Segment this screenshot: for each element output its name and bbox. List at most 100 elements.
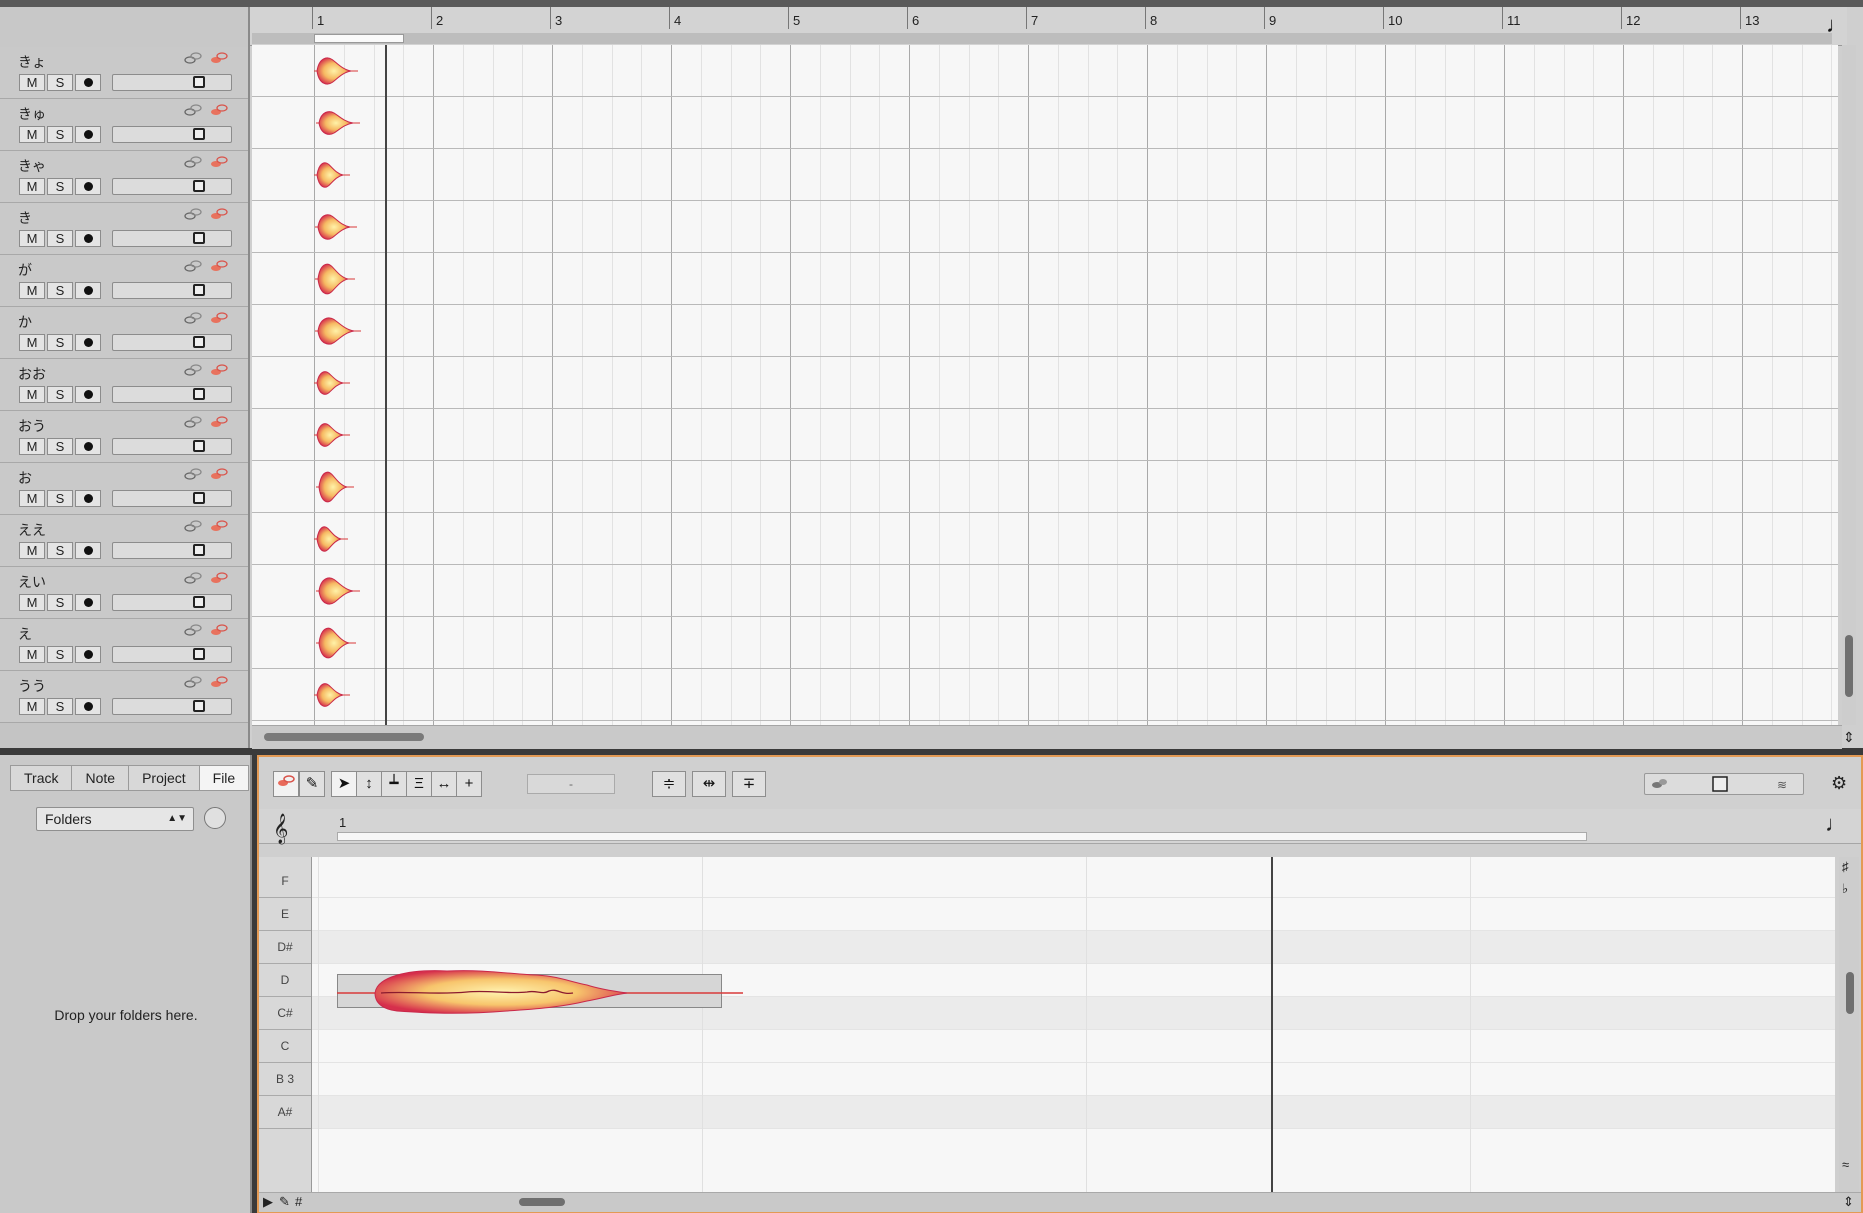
link-icon[interactable] xyxy=(184,416,202,428)
track-name[interactable]: えい xyxy=(18,572,46,592)
volume-knob[interactable] xyxy=(193,76,205,88)
volume-knob[interactable] xyxy=(193,180,205,192)
record-button[interactable] xyxy=(75,646,101,663)
grid-mini-icon[interactable]: # xyxy=(295,1194,302,1209)
solo-button[interactable]: S xyxy=(47,178,73,195)
track-name[interactable]: おお xyxy=(18,364,46,384)
pitch-row[interactable] xyxy=(312,1030,1835,1063)
pitch-link-icon[interactable] xyxy=(210,468,228,480)
playhead[interactable] xyxy=(1271,857,1273,1192)
solo-button[interactable]: S xyxy=(47,646,73,663)
scrollbar-thumb[interactable] xyxy=(264,733,424,741)
volume-knob[interactable] xyxy=(193,388,205,400)
quantize-icon[interactable]: ≑ xyxy=(652,771,686,797)
zoom-vertical-icon[interactable]: ≈ xyxy=(1842,1157,1849,1172)
track-header[interactable]: きゃ M S xyxy=(0,151,248,203)
solo-button[interactable]: S xyxy=(47,594,73,611)
pitch-row[interactable] xyxy=(312,865,1835,898)
pitch-link-icon[interactable] xyxy=(210,364,228,376)
solo-button[interactable]: S xyxy=(47,334,73,351)
pitch-row[interactable] xyxy=(312,931,1835,964)
track-name[interactable]: きゃ xyxy=(18,156,46,176)
pitch-link-icon[interactable] xyxy=(210,676,228,688)
volume-slider[interactable] xyxy=(112,282,232,299)
editor-ruler[interactable]: 𝄞 1 ♩ xyxy=(259,809,1861,844)
pitch-link-icon[interactable] xyxy=(210,520,228,532)
editor-vertical-scrollbar[interactable]: ♯ ♭ ≈ xyxy=(1839,857,1859,1192)
arrangement-grid[interactable] xyxy=(252,45,1838,725)
note-blob[interactable] xyxy=(337,965,757,1017)
scrollbar-thumb[interactable] xyxy=(519,1198,565,1206)
track-header[interactable]: ええ M S xyxy=(0,515,248,567)
tab-track[interactable]: Track xyxy=(10,765,73,791)
track-lane[interactable] xyxy=(252,617,1838,669)
volume-knob[interactable] xyxy=(193,492,205,504)
pitch-key[interactable]: F xyxy=(259,865,311,898)
pitch-link-icon[interactable] xyxy=(273,771,299,797)
solo-button[interactable]: S xyxy=(47,386,73,403)
mute-button[interactable]: M xyxy=(19,282,45,299)
pitch-row[interactable] xyxy=(312,898,1835,931)
mute-button[interactable]: M xyxy=(19,698,45,715)
track-header[interactable]: きょ M S xyxy=(0,47,248,99)
volume-slider[interactable] xyxy=(112,490,232,507)
track-lane[interactable] xyxy=(252,253,1838,305)
pitch-link-icon[interactable] xyxy=(210,416,228,428)
volume-slider[interactable] xyxy=(112,646,232,663)
solo-button[interactable]: S xyxy=(47,698,73,715)
pitch-row[interactable] xyxy=(312,1063,1835,1096)
volume-knob[interactable] xyxy=(193,336,205,348)
settings-icon[interactable]: ⚙ xyxy=(1831,773,1847,794)
pitch-tool-icon[interactable]: ↕ xyxy=(356,771,382,797)
track-lane[interactable] xyxy=(252,149,1838,201)
note-blob[interactable] xyxy=(314,523,348,555)
align-icon[interactable]: ∓ xyxy=(732,771,766,797)
pitch-key[interactable]: C xyxy=(259,1030,311,1063)
track-lane[interactable] xyxy=(252,97,1838,149)
track-name[interactable]: き xyxy=(18,208,32,228)
pitch-key[interactable]: E xyxy=(259,898,311,931)
volume-knob[interactable] xyxy=(193,596,205,608)
pitch-link-icon[interactable] xyxy=(210,156,228,168)
track-header[interactable]: おう M S xyxy=(0,411,248,463)
solo-button[interactable]: S xyxy=(47,230,73,247)
mute-button[interactable]: M xyxy=(19,334,45,351)
amplitude-tool-icon[interactable]: ┷ xyxy=(381,771,407,797)
note-blob[interactable] xyxy=(315,314,361,348)
link-icon[interactable] xyxy=(184,624,202,636)
split-view-icon[interactable]: ⇕ xyxy=(1843,729,1855,746)
track-name[interactable]: え xyxy=(18,624,32,644)
volume-slider[interactable] xyxy=(112,334,232,351)
mute-button[interactable]: M xyxy=(19,646,45,663)
track-name[interactable]: お xyxy=(18,468,32,488)
volume-knob[interactable] xyxy=(193,648,205,660)
pitch-key[interactable]: D# xyxy=(259,931,311,964)
volume-slider[interactable] xyxy=(112,386,232,403)
volume-knob[interactable] xyxy=(193,544,205,556)
pitch-key[interactable]: A# xyxy=(259,1096,311,1129)
solo-button[interactable]: S xyxy=(47,282,73,299)
record-button[interactable] xyxy=(75,542,101,559)
record-button[interactable] xyxy=(75,230,101,247)
mute-button[interactable]: M xyxy=(19,594,45,611)
volume-slider[interactable] xyxy=(112,74,232,91)
note-blob[interactable] xyxy=(315,211,357,243)
record-button[interactable] xyxy=(75,386,101,403)
quarter-note-icon[interactable]: ♩ xyxy=(1825,811,1847,837)
record-button[interactable] xyxy=(75,126,101,143)
track-header[interactable]: きMS xyxy=(0,203,248,255)
link-icon[interactable] xyxy=(184,572,202,584)
pitch-row[interactable] xyxy=(312,1096,1835,1129)
record-button[interactable] xyxy=(75,282,101,299)
arrangement-vertical-scrollbar[interactable] xyxy=(1842,45,1856,725)
volume-slider[interactable] xyxy=(112,438,232,455)
solo-button[interactable]: S xyxy=(47,490,73,507)
track-header[interactable]: かMS xyxy=(0,307,248,359)
wrench-icon[interactable]: ✎ xyxy=(299,771,325,797)
note-blob[interactable] xyxy=(316,468,354,506)
track-name[interactable]: きゅ xyxy=(18,104,46,124)
pitch-key[interactable]: B 3 xyxy=(259,1063,311,1096)
track-name[interactable]: きょ xyxy=(18,52,46,72)
formant-tool-icon[interactable]: Ξ xyxy=(406,771,432,797)
record-button[interactable] xyxy=(75,594,101,611)
